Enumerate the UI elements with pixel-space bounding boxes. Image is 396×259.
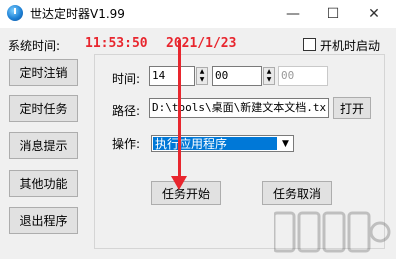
hour-input[interactable]: 14	[149, 66, 195, 86]
clock-date: 2021/1/23	[166, 36, 237, 51]
message-reminder-button[interactable]: 消息提示	[9, 132, 78, 159]
timed-task-button[interactable]: 定时任务	[9, 95, 78, 122]
startup-checkbox[interactable]	[303, 38, 316, 51]
watermark-logo	[274, 211, 391, 253]
cancel-task-button[interactable]: 任务取消	[262, 181, 332, 205]
system-time-label: 系统时间:	[8, 39, 61, 53]
minute-input[interactable]: 00	[212, 66, 262, 86]
clock-time: 11:53:50	[85, 36, 148, 51]
app-icon	[7, 5, 23, 21]
annotation-arrow-line	[178, 40, 181, 180]
other-functions-button[interactable]: 其他功能	[9, 170, 78, 197]
time-label: 时间:	[112, 72, 141, 86]
maximize-button[interactable]: ☐	[313, 0, 353, 28]
startup-label: 开机时启动	[320, 39, 381, 53]
action-select-value: 执行应用程序	[153, 137, 277, 151]
action-select[interactable]: 执行应用程序 ▼	[151, 135, 294, 152]
action-label: 操作:	[112, 137, 141, 151]
path-input[interactable]: D:\tools\桌面\新建文本文档.tx	[149, 98, 329, 118]
window-title: 世达定时器V1.99	[30, 7, 125, 21]
exit-program-button[interactable]: 退出程序	[9, 207, 78, 234]
annotation-arrow-head	[171, 176, 187, 190]
path-label: 路径:	[112, 104, 141, 118]
second-input: 00	[278, 66, 328, 86]
close-button[interactable]: ✕	[354, 0, 394, 28]
minute-spinner[interactable]: ▲ ▼	[263, 67, 275, 85]
title-bar: 世达定时器V1.99 — ☐ ✕	[0, 0, 396, 28]
minimize-button[interactable]: —	[273, 0, 313, 28]
chevron-down-icon[interactable]: ▼	[278, 136, 293, 151]
logoff-timer-button[interactable]: 定时注销	[9, 59, 78, 86]
hour-spinner[interactable]: ▲ ▼	[196, 67, 208, 85]
open-file-button[interactable]: 打开	[333, 97, 371, 119]
